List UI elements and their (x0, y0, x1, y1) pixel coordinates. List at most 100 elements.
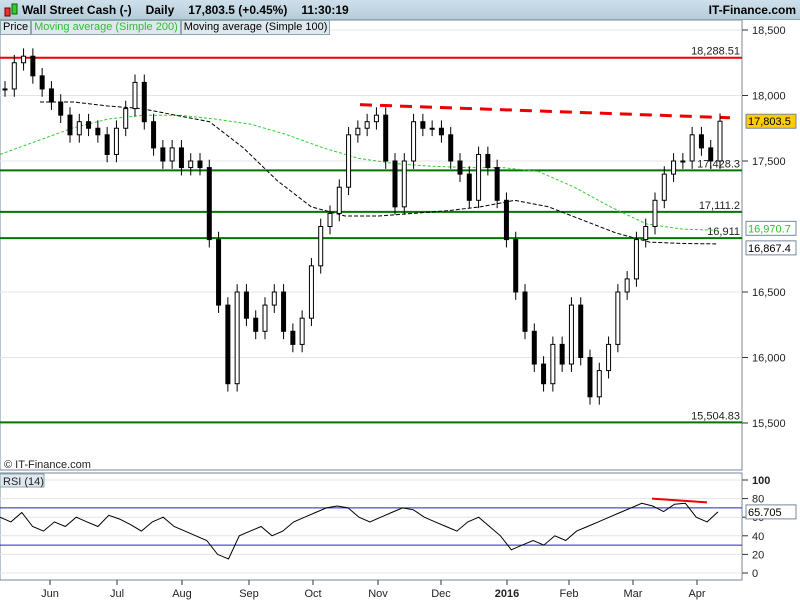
x-tick-label: Nov (368, 588, 388, 600)
candle (67, 114, 73, 136)
rsi-y-tick-label: 40 (752, 531, 764, 543)
candle (689, 134, 695, 162)
candle (113, 127, 119, 155)
legend-ma100[interactable]: Moving average (Simple 100) (180, 20, 331, 35)
candle (401, 160, 407, 208)
candle (503, 199, 509, 241)
candle (225, 304, 231, 385)
last-price: 17,803.5 (+0.45%) (188, 2, 288, 17)
candle (48, 88, 54, 103)
x-tick-label: Jun (41, 588, 59, 600)
candle (178, 147, 184, 169)
candle (541, 363, 547, 385)
candle (606, 343, 612, 372)
candle (531, 330, 537, 365)
y-tick-label: 16,000 (752, 353, 786, 365)
candle (123, 108, 129, 129)
y-tick-label: 16,500 (752, 287, 786, 299)
candle (39, 75, 45, 90)
legend-price[interactable]: Price (0, 20, 32, 35)
candle (76, 121, 82, 136)
candle (327, 212, 333, 227)
candle (169, 147, 175, 162)
x-tick-label: Aug (172, 588, 192, 600)
candle (2, 88, 8, 91)
ma100-value-label: 16,867.4 (748, 243, 791, 255)
candle (476, 153, 482, 201)
x-tick-label: Feb (560, 588, 579, 600)
candle (438, 127, 444, 136)
candle (559, 343, 565, 365)
x-tick-label: 2016 (495, 588, 519, 600)
ma200-value-label: 16,970.7 (748, 223, 791, 235)
candle (708, 147, 714, 162)
candle (346, 134, 352, 188)
brand: IT-Finance.com (708, 3, 796, 17)
rsi-y-tick-label: 20 (752, 549, 764, 561)
candle (21, 55, 27, 64)
rsi-y-tick-label: 0 (752, 568, 758, 580)
copyright: © IT-Finance.com (4, 459, 91, 471)
candle (281, 291, 287, 332)
rsi-y-tick-label: 100 (752, 475, 770, 487)
chart-header: Wall Street Cash (-) Daily 17,803.5 (+0.… (0, 0, 800, 20)
time: 11:30:19 (301, 2, 349, 17)
candle (513, 239, 519, 293)
candle (336, 186, 342, 214)
y-tick-label: 15,500 (752, 418, 786, 430)
candle (466, 173, 472, 201)
candle (671, 160, 677, 175)
level-label: 15,504.83 (691, 410, 740, 422)
candle (86, 121, 92, 129)
price-chart[interactable]: 18,288.5117,428.317,111.216,91115,504.83… (0, 0, 800, 600)
price-panel (0, 19, 743, 471)
candle (680, 160, 686, 163)
y-tick-label: 18,500 (752, 25, 786, 37)
candle (95, 127, 101, 136)
rsi-value-label: 65.705 (748, 507, 782, 519)
candle (717, 120, 723, 162)
candle (11, 62, 17, 90)
level-label: 18,288.51 (691, 46, 740, 58)
candle (160, 147, 166, 162)
rsi-label: RSI (14) (3, 476, 44, 488)
candle (392, 160, 398, 208)
x-tick-label: Jul (110, 588, 124, 600)
candle (448, 134, 454, 162)
y-tick-label: 17,500 (752, 156, 786, 168)
candle (624, 278, 630, 293)
candle (206, 167, 212, 241)
rsi-panel (0, 472, 743, 581)
candle (253, 317, 259, 332)
candle (522, 291, 528, 332)
x-tick-label: Dec (431, 588, 451, 600)
candle (141, 81, 147, 123)
candle (643, 226, 649, 241)
candlestick-icon (4, 3, 18, 16)
candle (355, 127, 361, 136)
period: Daily (145, 2, 175, 17)
candle (494, 167, 500, 201)
candle (411, 121, 417, 162)
legend: Price Moving average (Simple 200) Moving… (0, 20, 331, 35)
candle (197, 160, 203, 169)
level-label: 17,111.2 (699, 200, 740, 212)
x-tick-label: Mar (624, 588, 643, 600)
candle (243, 291, 249, 319)
candle (485, 153, 491, 169)
legend-ma200[interactable]: Moving average (Simple 200) (31, 20, 181, 35)
candle (429, 127, 435, 130)
x-tick-label: Oct (304, 588, 321, 600)
candle (299, 317, 305, 345)
candle (383, 114, 389, 162)
candle (290, 330, 296, 345)
candle (457, 160, 463, 175)
candle (587, 357, 593, 398)
y-tick-label: 18,000 (752, 91, 786, 103)
candle (550, 343, 556, 385)
candle (318, 226, 324, 267)
candle (234, 291, 240, 385)
candle (661, 173, 667, 201)
candle (308, 265, 314, 319)
candle (262, 304, 268, 332)
